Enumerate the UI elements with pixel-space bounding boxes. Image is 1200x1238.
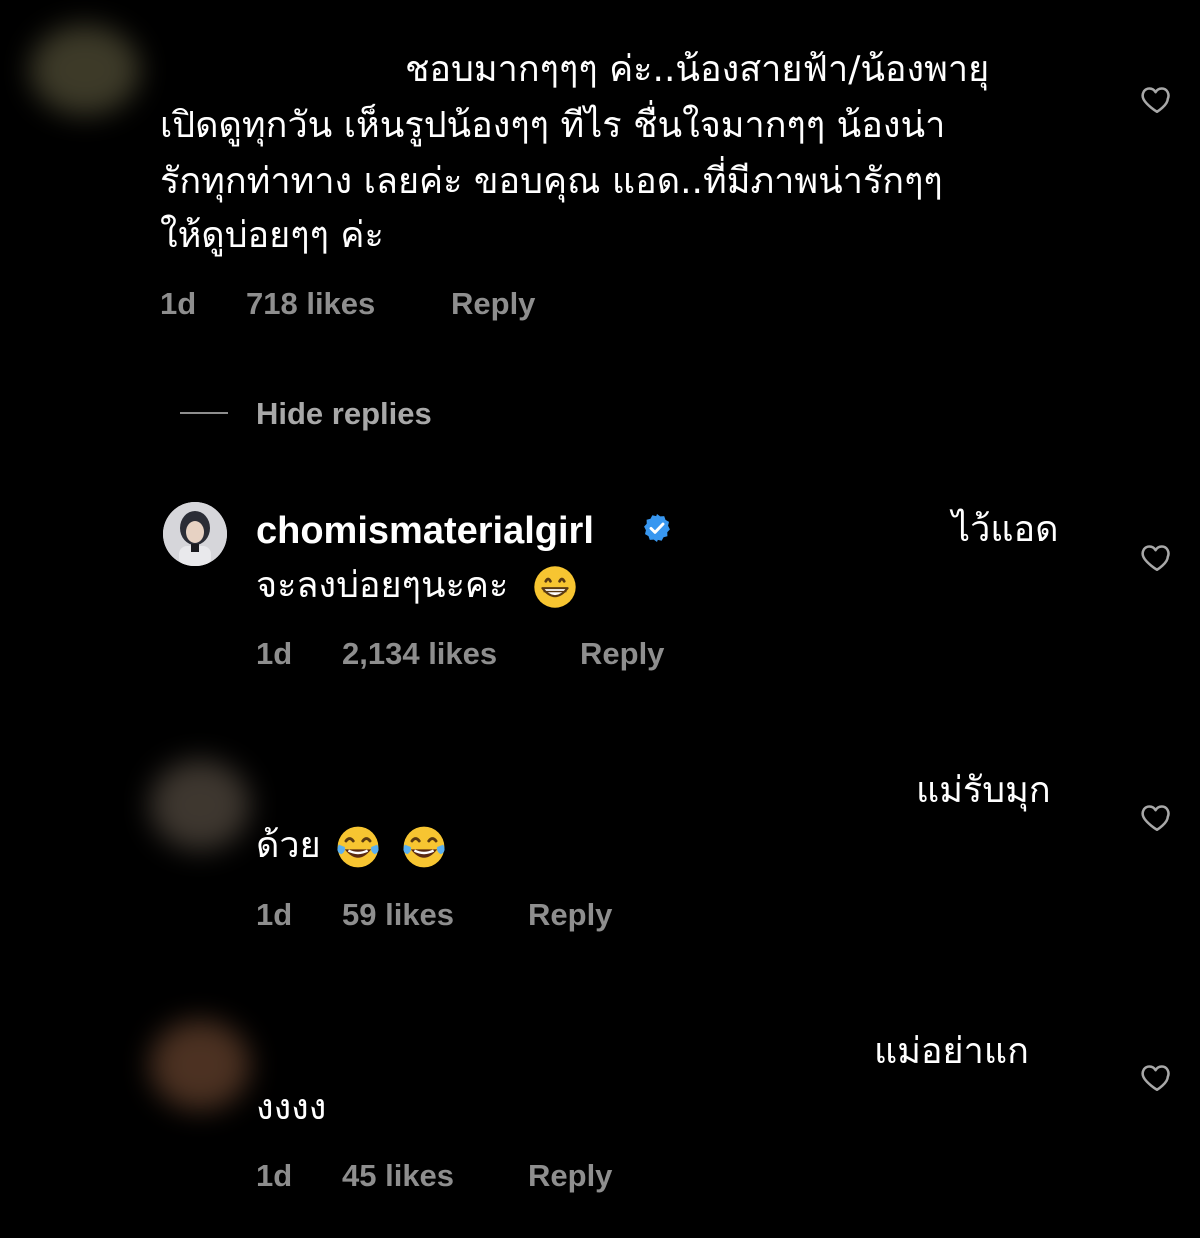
profile-photo: [163, 502, 227, 566]
reply-text-line: แม่รับมุก: [916, 770, 1051, 811]
heart-icon[interactable]: [1140, 1060, 1174, 1094]
avatar[interactable]: [163, 502, 227, 566]
verified-badge-icon: [644, 514, 670, 542]
comment-text-line: เปิดดูทุกวัน เห็นรูปน้องๆๆ ทีไร ชื่นใจมา…: [160, 105, 946, 146]
tears-of-joy-icon: [403, 826, 445, 868]
reply-text-line: จะลงบ่อยๆนะคะ: [256, 560, 578, 612]
reply-text: จะลงบ่อยๆนะคะ: [256, 565, 509, 606]
avatar[interactable]: [150, 1020, 250, 1110]
hide-replies-button[interactable]: Hide replies: [256, 396, 432, 432]
reply-text-line: งงงง: [256, 1087, 327, 1128]
username[interactable]: chomismaterialgirl: [256, 510, 594, 553]
reply-time: 1d: [256, 1158, 293, 1193]
hide-replies-divider: [180, 412, 228, 414]
heart-icon[interactable]: [1140, 800, 1174, 834]
like-count[interactable]: 718 likes: [246, 286, 375, 322]
reply-button[interactable]: Reply: [451, 286, 535, 322]
tears-of-joy-icon: [337, 826, 379, 868]
reply-text: ด้วย: [256, 825, 321, 866]
heart-icon[interactable]: [1140, 540, 1174, 574]
like-count[interactable]: 59 likes: [342, 897, 454, 933]
avatar[interactable]: [30, 25, 140, 115]
reply-button[interactable]: Reply: [528, 1158, 612, 1194]
like-count[interactable]: 2,134 likes: [342, 636, 497, 672]
reply-text-line: แม่อย่าแก: [874, 1031, 1029, 1072]
comment-text-line: ให้ดูบ่อยๆๆ ค่ะ: [160, 215, 384, 256]
reply-button[interactable]: Reply: [580, 636, 664, 672]
heart-icon[interactable]: [1140, 82, 1174, 116]
avatar[interactable]: [150, 760, 250, 850]
reply-time: 1d: [256, 897, 293, 932]
grinning-face-icon: [534, 566, 576, 608]
comment-text-line: รักทุกท่าทาง เลยค่ะ ขอบคุณ แอด..ที่มีภาพ…: [160, 161, 943, 202]
reply-text-line: ไว้แอด: [952, 509, 1059, 550]
reply-time: 1d: [256, 636, 293, 671]
like-count[interactable]: 45 likes: [342, 1158, 454, 1194]
comment-text-line: ชอบมากๆๆๆ ค่ะ..น้องสายฟ้า/น้องพายุ: [405, 49, 990, 90]
comment-time: 1d: [160, 286, 197, 321]
reply-button[interactable]: Reply: [528, 897, 612, 933]
reply-text-line: ด้วย: [256, 820, 448, 872]
